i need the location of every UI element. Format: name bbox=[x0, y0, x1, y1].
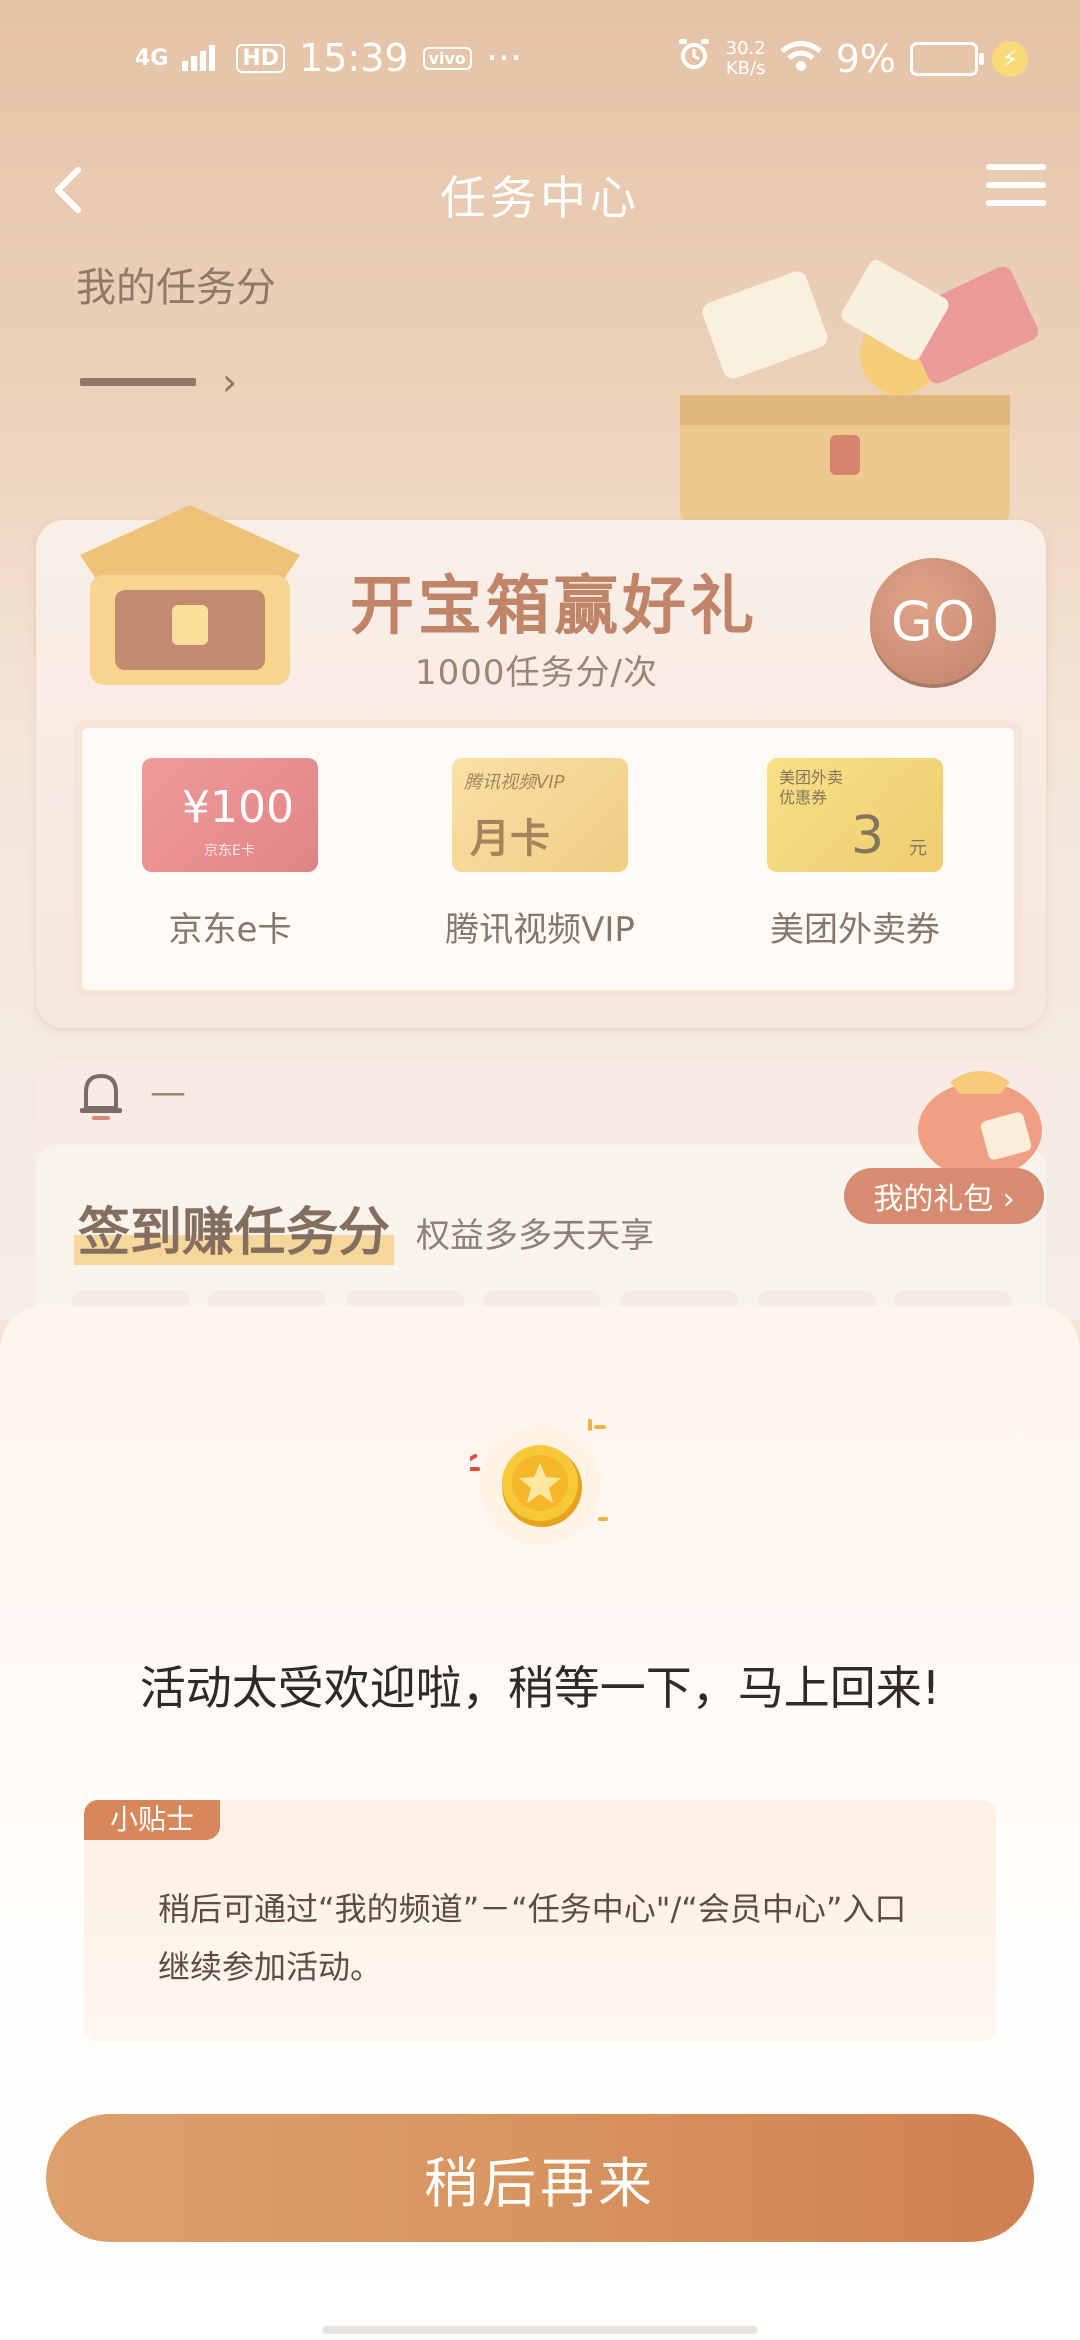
tip-text: 稍后可通过“我的频道”－“任务中心"/“会员中心”入口继续参加活动。 bbox=[158, 1890, 907, 1986]
modal-dim-overlay[interactable] bbox=[0, 0, 1080, 1320]
sheet-message: 活动太受欢迎啦，稍等一下，马上回来! bbox=[139, 1661, 941, 1715]
coin-icon bbox=[464, 1405, 610, 1555]
come-back-later-button[interactable]: 稍后再来 bbox=[46, 2114, 1034, 2242]
home-indicator[interactable] bbox=[322, 2326, 758, 2334]
tip-tag: 小贴士 bbox=[84, 1800, 221, 1840]
